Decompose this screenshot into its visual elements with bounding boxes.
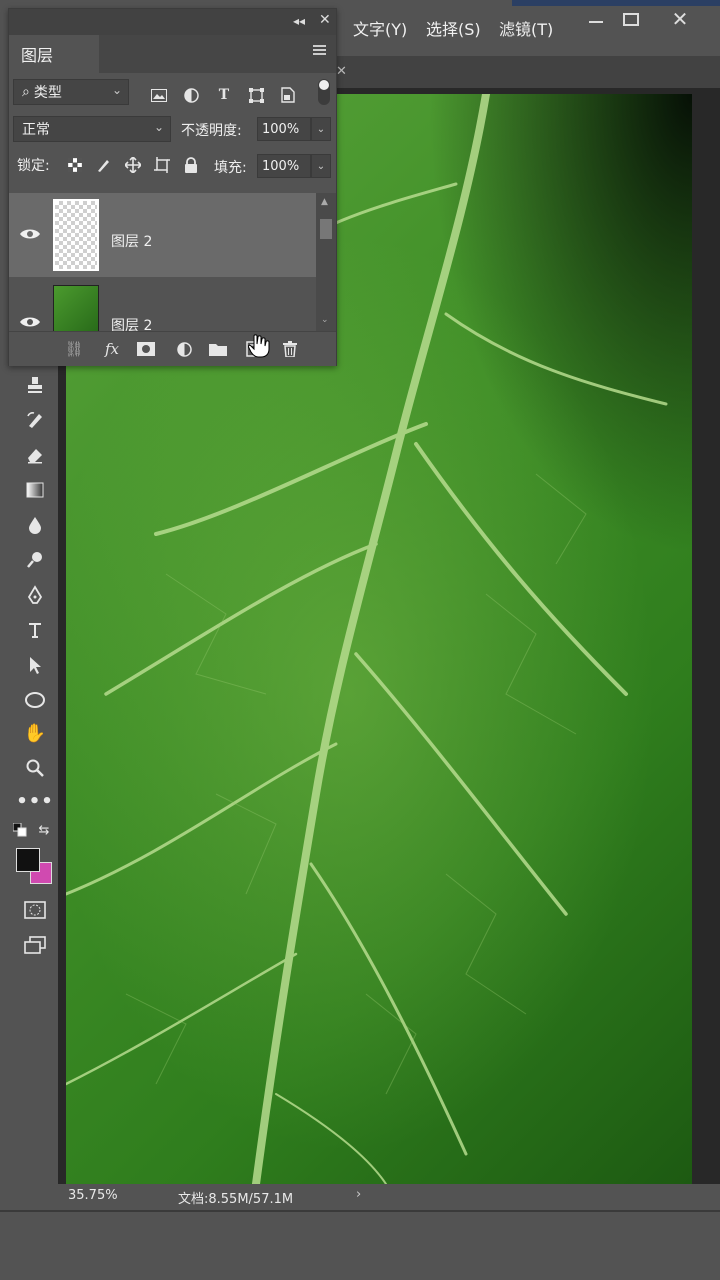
opacity-label: 不透明度: xyxy=(181,123,242,139)
search-icon: ⌕ xyxy=(22,84,30,100)
delete-layer-icon[interactable] xyxy=(279,339,301,359)
visibility-eye-icon[interactable] xyxy=(19,315,41,329)
type-tool-icon[interactable] xyxy=(22,617,48,643)
visibility-eye-icon[interactable] xyxy=(19,227,41,241)
document-info: 文档:8.55M/57.1M xyxy=(178,1192,294,1207)
tab-layers[interactable]: 图层 xyxy=(9,35,99,73)
link-layers-icon[interactable]: ⛓ xyxy=(63,339,85,359)
status-bar: 35.75% 文档:8.55M/57.1M › xyxy=(58,1184,720,1208)
close-window-button[interactable]: ✕ xyxy=(666,6,694,32)
history-brush-icon[interactable] xyxy=(22,407,48,433)
lock-all-icon[interactable] xyxy=(181,155,201,175)
image-filter-icon[interactable] xyxy=(149,85,169,105)
ellipse-icon[interactable] xyxy=(22,687,48,713)
pen-icon[interactable] xyxy=(22,582,48,608)
eraser-icon[interactable] xyxy=(22,442,48,468)
chevron-down-icon[interactable]: ⌄ xyxy=(321,315,329,325)
panel-tab-bar xyxy=(99,35,336,73)
smart-object-filter-icon[interactable] xyxy=(278,85,298,105)
swap-colors-icon[interactable]: ⇆ xyxy=(36,822,52,838)
chevron-down-icon: ⌄ xyxy=(111,83,122,97)
add-mask-icon[interactable] xyxy=(135,339,157,359)
screen-mode-icon[interactable] xyxy=(22,932,48,958)
gradient-icon[interactable] xyxy=(22,477,48,503)
layer-name[interactable]: 图层 2 xyxy=(111,315,152,331)
tab-layers-label: 图层 xyxy=(21,46,54,65)
opacity-slider-toggle[interactable]: ⌄ xyxy=(311,117,331,141)
dodge-icon[interactable] xyxy=(22,547,48,573)
fx-icon[interactable]: fx xyxy=(101,339,123,359)
fill-label: 填充: xyxy=(214,160,247,176)
minimize-button[interactable] xyxy=(582,6,610,32)
tab-close-icon[interactable]: ✕ xyxy=(336,64,347,79)
lock-artboard-icon[interactable] xyxy=(152,155,172,175)
panel-header-bar xyxy=(9,9,336,35)
layer-thumbnail[interactable] xyxy=(53,199,99,271)
lock-position-icon[interactable] xyxy=(123,155,143,175)
layer-row[interactable]: 图层 2 xyxy=(9,193,316,277)
opacity-input[interactable]: 100% xyxy=(257,117,311,141)
layer-name[interactable]: 图层 2 xyxy=(111,231,152,251)
blend-mode-value: 正常 xyxy=(22,122,50,138)
layers-panel: ◂◂ ✕ 图层 ⌕ 类型 ⌄ T 正常 ⌄ 不透明度: 100% ⌄ 锁定: 填… xyxy=(8,8,337,366)
collapse-panel-icon[interactable]: ◂◂ xyxy=(293,14,305,28)
lock-transparent-pixels-icon[interactable] xyxy=(65,155,85,175)
chevron-up-icon[interactable]: ▲ xyxy=(321,197,328,207)
close-panel-icon[interactable]: ✕ xyxy=(319,12,331,28)
blend-mode-dropdown[interactable]: 正常 ⌄ xyxy=(13,116,171,142)
adjustment-filter-icon[interactable] xyxy=(181,85,201,105)
menu-select[interactable]: 选择(S) xyxy=(426,16,481,40)
scroll-thumb[interactable] xyxy=(320,219,332,239)
divider xyxy=(0,1210,720,1212)
shape-filter-icon[interactable] xyxy=(246,85,266,105)
layer-thumbnail[interactable] xyxy=(53,285,99,331)
new-group-icon[interactable] xyxy=(207,339,229,359)
chevron-down-icon: ⌄ xyxy=(153,120,164,134)
opacity-value: 100% xyxy=(262,121,300,137)
menu-type[interactable]: 文字(Y) xyxy=(353,16,407,40)
hand-icon[interactable]: ✋ xyxy=(22,720,48,746)
quick-mask-icon[interactable] xyxy=(22,897,48,923)
default-colors-icon[interactable] xyxy=(12,822,28,838)
lock-image-pixels-icon[interactable] xyxy=(94,155,114,175)
more-tools-icon[interactable]: ••• xyxy=(16,788,53,814)
zoom-icon[interactable] xyxy=(22,755,48,781)
stamp-tool-icon[interactable] xyxy=(22,372,48,398)
status-menu-arrow-icon[interactable]: › xyxy=(356,1187,361,1202)
menu-filter[interactable]: 滤镜(T) xyxy=(499,16,553,40)
panel-menu-icon[interactable] xyxy=(313,43,326,57)
zoom-level[interactable]: 35.75% xyxy=(68,1188,118,1203)
type-filter-icon[interactable]: T xyxy=(214,85,234,105)
fill-value: 100% xyxy=(262,158,300,174)
hand-cursor-icon xyxy=(247,334,270,363)
layer-list: 图层 2 图层 2 xyxy=(9,193,316,331)
document-tab-strip xyxy=(335,56,720,88)
fill-slider-toggle[interactable]: ⌄ xyxy=(311,154,331,178)
fill-input[interactable]: 100% xyxy=(257,154,311,178)
filter-kind-dropdown[interactable]: ⌕ 类型 ⌄ xyxy=(13,79,129,105)
filter-toggle[interactable] xyxy=(318,79,330,105)
maximize-button[interactable] xyxy=(617,6,645,32)
foreground-color-swatch[interactable] xyxy=(16,848,40,872)
lock-label: 锁定: xyxy=(17,158,50,174)
blur-icon[interactable] xyxy=(22,512,48,538)
adjustment-layer-icon[interactable] xyxy=(173,339,195,359)
filter-kind-label: 类型 xyxy=(33,85,62,101)
path-select-icon[interactable] xyxy=(22,652,48,678)
layer-list-scrollbar[interactable]: ▲ ⌄ xyxy=(316,193,336,331)
layer-row[interactable]: 图层 2 xyxy=(9,281,316,331)
